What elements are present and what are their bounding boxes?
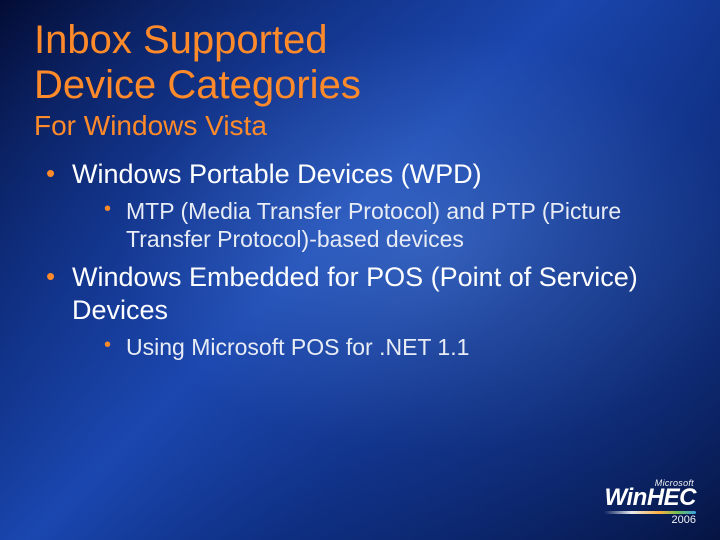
logo-brand-b: HEC (647, 484, 696, 511)
slide-subtitle: For Windows Vista (34, 110, 686, 142)
winhec-logo: Microsoft WinHEC 2006 (604, 479, 696, 526)
logo-year: 2006 (604, 515, 696, 526)
slide-title: Inbox Supported Device Categories (34, 18, 686, 108)
bullet-text: Windows Portable Devices (WPD) (72, 159, 482, 189)
bullet-text: Windows Embedded for POS (Point of Servi… (72, 262, 638, 325)
title-line-1: Inbox Supported (34, 18, 328, 62)
bullet-list: Windows Portable Devices (WPD) MTP (Medi… (34, 158, 686, 361)
bullet-text: MTP (Media Transfer Protocol) and PTP (P… (126, 198, 621, 252)
bullet-text: Using Microsoft POS for .NET 1.1 (126, 334, 469, 360)
logo-vendor: Microsoft (604, 479, 696, 488)
list-item: MTP (Media Transfer Protocol) and PTP (P… (102, 197, 686, 253)
sub-bullet-list: Using Microsoft POS for .NET 1.1 (72, 333, 686, 361)
title-line-2: Device Categories (34, 63, 361, 107)
slide: Inbox Supported Device Categories For Wi… (0, 0, 720, 540)
sub-bullet-list: MTP (Media Transfer Protocol) and PTP (P… (72, 197, 686, 253)
logo-brand: WinHEC (604, 486, 696, 510)
list-item: Using Microsoft POS for .NET 1.1 (102, 333, 686, 361)
list-item: Windows Portable Devices (WPD) MTP (Medi… (42, 158, 686, 253)
logo-brand-a: Win (605, 484, 647, 511)
list-item: Windows Embedded for POS (Point of Servi… (42, 261, 686, 361)
